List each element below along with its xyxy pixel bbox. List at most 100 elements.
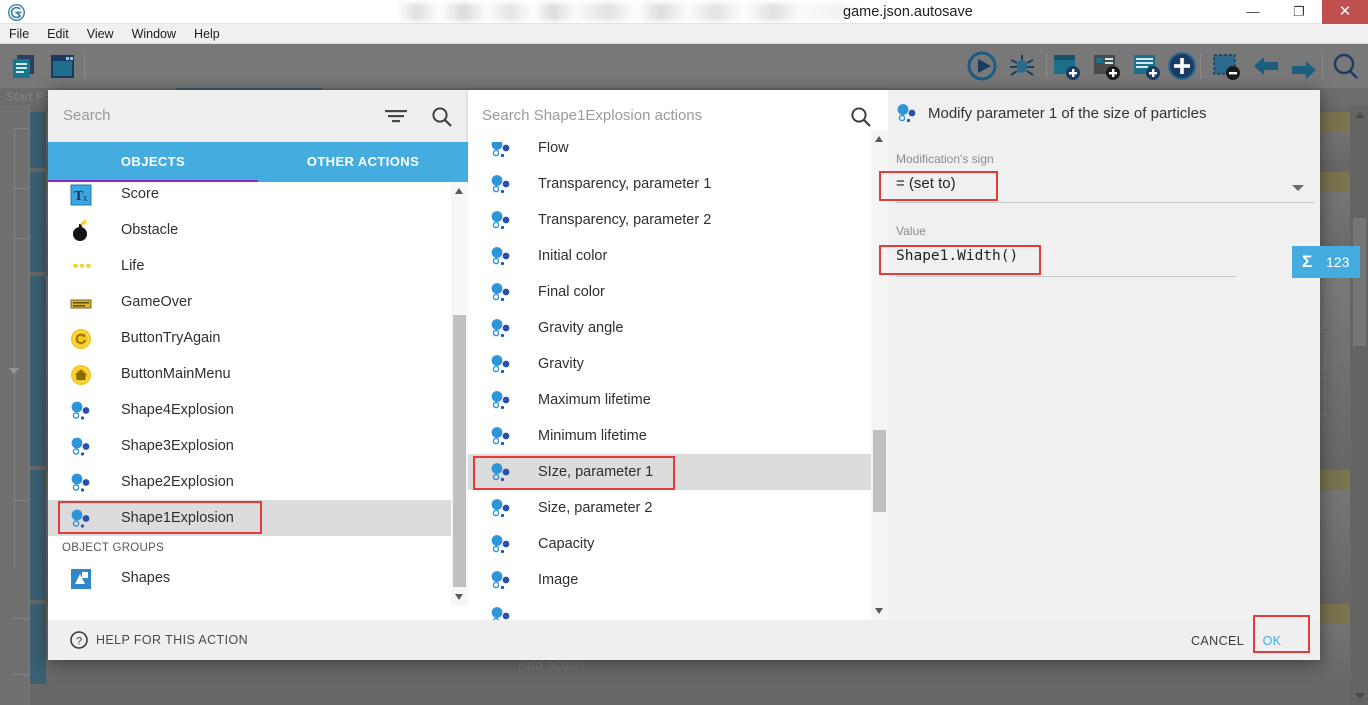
chevron-down-icon[interactable] bbox=[1292, 185, 1304, 191]
editor-vertical-scrollbar[interactable] bbox=[1351, 106, 1368, 705]
tab-objects[interactable]: OBJECTS bbox=[48, 142, 258, 182]
list-item-label: Image bbox=[538, 562, 578, 598]
add-external-layout-icon[interactable] bbox=[1090, 50, 1122, 82]
scene-editor-icon[interactable] bbox=[46, 50, 78, 82]
list-item[interactable]: Initial color bbox=[468, 238, 871, 274]
value-input[interactable]: Shape1.Width() bbox=[896, 248, 1018, 264]
debug-bug-icon[interactable] bbox=[1006, 50, 1038, 82]
ok-button[interactable]: OK bbox=[1254, 630, 1290, 652]
particle-emitter-icon bbox=[70, 472, 92, 494]
list-item[interactable]: Flow bbox=[468, 142, 871, 166]
list-item-label: Shape3Explosion bbox=[121, 428, 234, 464]
toolbar-separator-3 bbox=[1200, 53, 1201, 79]
maximize-button[interactable]: ❐ bbox=[1276, 0, 1322, 24]
search-icon[interactable] bbox=[1328, 50, 1364, 82]
list-item[interactable]: Shape4Explosion bbox=[48, 392, 451, 428]
redo-icon[interactable] bbox=[1288, 50, 1320, 82]
modification-sign-value[interactable]: = (set to) bbox=[896, 175, 956, 192]
list-item[interactable]: Gravity angle bbox=[468, 310, 871, 346]
project-manager-icon[interactable] bbox=[8, 50, 40, 82]
add-object-icon[interactable] bbox=[1166, 50, 1198, 82]
window-title: game.json.autosave bbox=[843, 2, 973, 22]
list-item-label: Final color bbox=[538, 274, 605, 310]
menu-item-window[interactable]: Window bbox=[123, 24, 185, 44]
preview-play-icon[interactable] bbox=[966, 50, 998, 82]
parameters-panel: Modify parameter 1 of the size of partic… bbox=[888, 90, 1320, 620]
actions-list-scrollbar[interactable] bbox=[871, 130, 888, 620]
actions-search-input[interactable]: Search Shape1Explosion actions bbox=[482, 90, 702, 142]
objects-list-scrollbar[interactable] bbox=[451, 182, 468, 606]
objects-list[interactable]: T x Score Obstacle bbox=[48, 182, 468, 606]
actions-search-bar[interactable]: Search Shape1Explosion actions bbox=[468, 90, 888, 142]
list-item[interactable]: ButtonTryAgain bbox=[48, 320, 451, 356]
close-button[interactable]: ✕ bbox=[1322, 0, 1368, 24]
search-icon[interactable] bbox=[431, 106, 453, 128]
menu-item-view[interactable]: View bbox=[78, 24, 123, 44]
particle-emitter-icon bbox=[490, 462, 512, 483]
list-item-shape1explosion[interactable]: Shape1Explosion bbox=[48, 500, 451, 536]
scroll-down-arrow[interactable] bbox=[1355, 693, 1365, 699]
list-item[interactable]: Shape3Explosion bbox=[48, 428, 451, 464]
menu-item-file[interactable]: File bbox=[0, 24, 38, 44]
minimize-button[interactable]: — bbox=[1230, 0, 1276, 24]
actions-list[interactable]: Flow Transparency, parameter 1 Transpare… bbox=[468, 142, 888, 620]
menu-bar: File Edit View Window Help bbox=[0, 24, 1368, 44]
list-item[interactable]: ButtonMainMenu bbox=[48, 356, 451, 392]
help-for-this-action-link[interactable]: HELP FOR THIS ACTION bbox=[70, 620, 248, 660]
app-window: game.json.autosave — ❐ ✕ File Edit View … bbox=[0, 0, 1368, 705]
list-item-label: Minimum lifetime bbox=[538, 418, 647, 454]
list-item-label: Transparency, parameter 2 bbox=[538, 202, 711, 238]
list-item[interactable]: Gravity bbox=[468, 346, 871, 382]
list-item[interactable]: Transparency, parameter 2 bbox=[468, 202, 871, 238]
particle-emitter-icon bbox=[70, 400, 92, 422]
list-item[interactable]: Shapes bbox=[48, 560, 451, 596]
events-gutter bbox=[0, 106, 30, 705]
list-item[interactable]: GameOver bbox=[48, 284, 451, 320]
scroll-thumb[interactable] bbox=[873, 430, 886, 512]
search-icon[interactable] bbox=[850, 106, 872, 128]
list-item[interactable]: Minimum lifetime bbox=[468, 418, 871, 454]
scroll-thumb[interactable] bbox=[1353, 218, 1366, 346]
list-item-size-parameter-1[interactable]: SIze, parameter 1 bbox=[468, 454, 871, 490]
tab-other-actions[interactable]: OTHER ACTIONS bbox=[258, 142, 468, 182]
list-item[interactable]: Maximum lifetime bbox=[468, 382, 871, 418]
add-scene-icon[interactable] bbox=[1050, 50, 1082, 82]
scroll-down-arrow[interactable] bbox=[875, 608, 883, 614]
svg-text:x: x bbox=[83, 193, 88, 203]
undo-icon[interactable] bbox=[1250, 50, 1282, 82]
add-external-events-icon[interactable] bbox=[1130, 50, 1162, 82]
list-item-label: Score bbox=[121, 182, 159, 212]
menu-item-help[interactable]: Help bbox=[185, 24, 229, 44]
scroll-thumb[interactable] bbox=[453, 315, 466, 587]
list-item[interactable]: T x Score bbox=[48, 182, 451, 212]
list-item[interactable]: Obstacle bbox=[48, 212, 451, 248]
list-item[interactable]: Size, parameter 2 bbox=[468, 490, 871, 526]
list-item[interactable] bbox=[468, 598, 871, 620]
list-item-label: Capacity bbox=[538, 526, 594, 562]
list-item[interactable]: Final color bbox=[468, 274, 871, 310]
scroll-up-arrow[interactable] bbox=[1355, 112, 1365, 118]
particle-emitter-icon bbox=[70, 508, 92, 530]
scroll-up-arrow[interactable] bbox=[455, 188, 463, 194]
scroll-down-arrow[interactable] bbox=[455, 594, 463, 600]
objects-search-bar[interactable]: Search bbox=[48, 90, 468, 142]
main-toolbar bbox=[0, 44, 1368, 88]
list-item[interactable]: Image bbox=[468, 562, 871, 598]
scroll-up-arrow[interactable] bbox=[875, 136, 883, 142]
list-item[interactable]: Capacity bbox=[468, 526, 871, 562]
filter-icon[interactable] bbox=[384, 108, 408, 124]
expression-builder-button[interactable]: Σ 123 bbox=[1292, 246, 1360, 278]
cancel-button[interactable]: CANCEL bbox=[1191, 630, 1244, 652]
panel-tabs: OBJECTS OTHER ACTIONS bbox=[48, 142, 468, 182]
list-item[interactable]: Transparency, parameter 1 bbox=[468, 166, 871, 202]
menu-item-edit[interactable]: Edit bbox=[38, 24, 78, 44]
list-item-label: Life bbox=[121, 248, 144, 284]
parameters-header: Modify parameter 1 of the size of partic… bbox=[888, 90, 1320, 138]
delete-selection-icon[interactable] bbox=[1210, 50, 1242, 82]
text-object-icon: T x bbox=[70, 184, 92, 206]
list-item-label: Gravity bbox=[538, 346, 584, 382]
objects-search-input[interactable]: Search bbox=[63, 90, 111, 142]
list-item[interactable]: Shape2Explosion bbox=[48, 464, 451, 500]
list-item[interactable]: Life bbox=[48, 248, 451, 284]
particle-emitter-icon bbox=[490, 606, 512, 620]
